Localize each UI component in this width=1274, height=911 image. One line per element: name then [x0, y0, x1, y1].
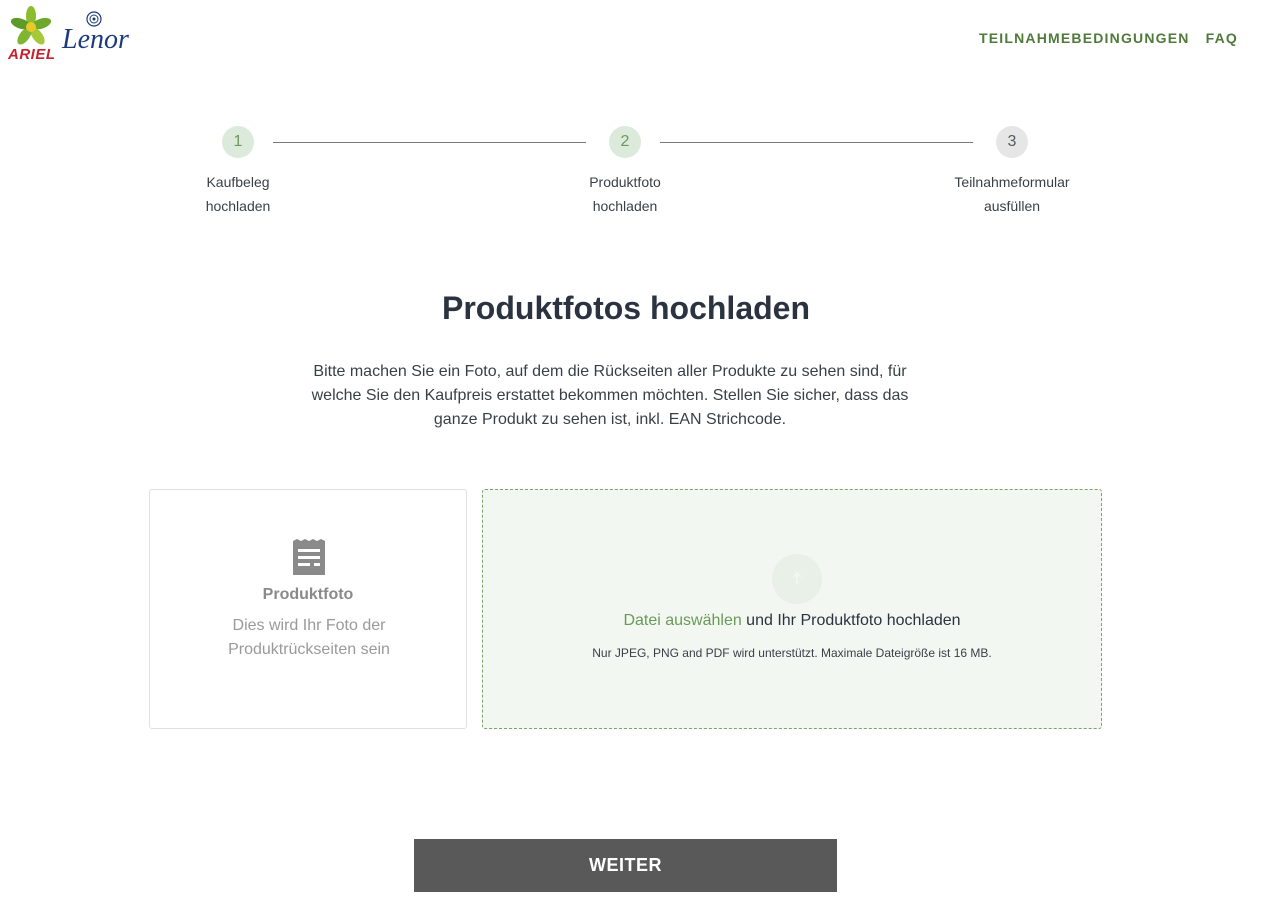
dropzone-instruction: Datei auswählen und Ihr Produktfoto hoch… [483, 612, 1101, 630]
step-label-line: ausfüllen [983, 198, 1041, 214]
step-number: 2 [609, 126, 641, 158]
document-icon [293, 539, 325, 575]
step-receipt-upload: 1 Kaufbeleg hochladen [168, 126, 308, 218]
nav-link-faq[interactable]: FAQ [1206, 30, 1238, 46]
preview-caption: Dies wird Ihr Foto der Produktrückseiten… [228, 617, 390, 658]
nav-link-terms[interactable]: TEILNAHMEBEDINGUNGEN [979, 30, 1190, 46]
step-product-photo-upload: 2 Produktfoto hochladen [555, 126, 695, 218]
top-nav: TEILNAHMEBEDINGUNGEN FAQ [979, 30, 1238, 46]
file-dropzone[interactable]: Datei auswählen und Ihr Produktfoto hoch… [482, 489, 1102, 729]
stepper-connector [660, 142, 973, 143]
ariel-logo[interactable]: ARIEL [6, 6, 56, 63]
page-title: Produktfotos hochladen [442, 290, 810, 326]
stepper-connector [273, 142, 586, 143]
step-label-line: Teilnahmeformular [954, 174, 1070, 190]
step-label-line: hochladen [205, 198, 271, 214]
dropzone-instruction-text: und Ihr Produktfoto hochladen [741, 612, 961, 629]
step-label: Produktfoto hochladen [555, 170, 695, 218]
ariel-wordmark: ARIEL [8, 46, 56, 63]
step-participation-form: 3 Teilnahmeformular ausfüllen [942, 126, 1082, 218]
choose-file-link[interactable]: Datei auswählen [623, 612, 741, 629]
step-label: Kaufbeleg hochladen [168, 170, 308, 218]
file-format-hint: Nur JPEG, PNG and PDF wird unterstützt. … [592, 646, 992, 660]
page-description: Bitte machen Sie ein Foto, auf dem die R… [311, 363, 909, 428]
step-number: 1 [222, 126, 254, 158]
step-label-line: Produktfoto [589, 174, 661, 190]
step-number: 3 [996, 126, 1028, 158]
lenor-logo[interactable]: Lenor [60, 8, 129, 60]
photo-preview-card: Produktfoto Dies wird Ihr Foto der Produ… [149, 489, 467, 729]
step-label: Teilnahmeformular ausfüllen [942, 170, 1082, 218]
upload-arrow-icon [792, 571, 802, 584]
preview-title: Produktfoto [262, 586, 354, 603]
header: ARIEL Lenor TEILNAHMEBEDINGUNGEN FAQ [0, 0, 1274, 80]
progress-stepper: 1 Kaufbeleg hochladen 2 Produktfoto hoch… [0, 126, 1274, 226]
upload-icon[interactable] [772, 554, 822, 604]
ariel-star-icon [10, 6, 52, 45]
lenor-wordmark: Lenor [62, 24, 129, 55]
next-button[interactable]: WEITER [414, 839, 837, 892]
step-label-line: Kaufbeleg [206, 174, 270, 190]
step-label-line: hochladen [592, 198, 658, 214]
